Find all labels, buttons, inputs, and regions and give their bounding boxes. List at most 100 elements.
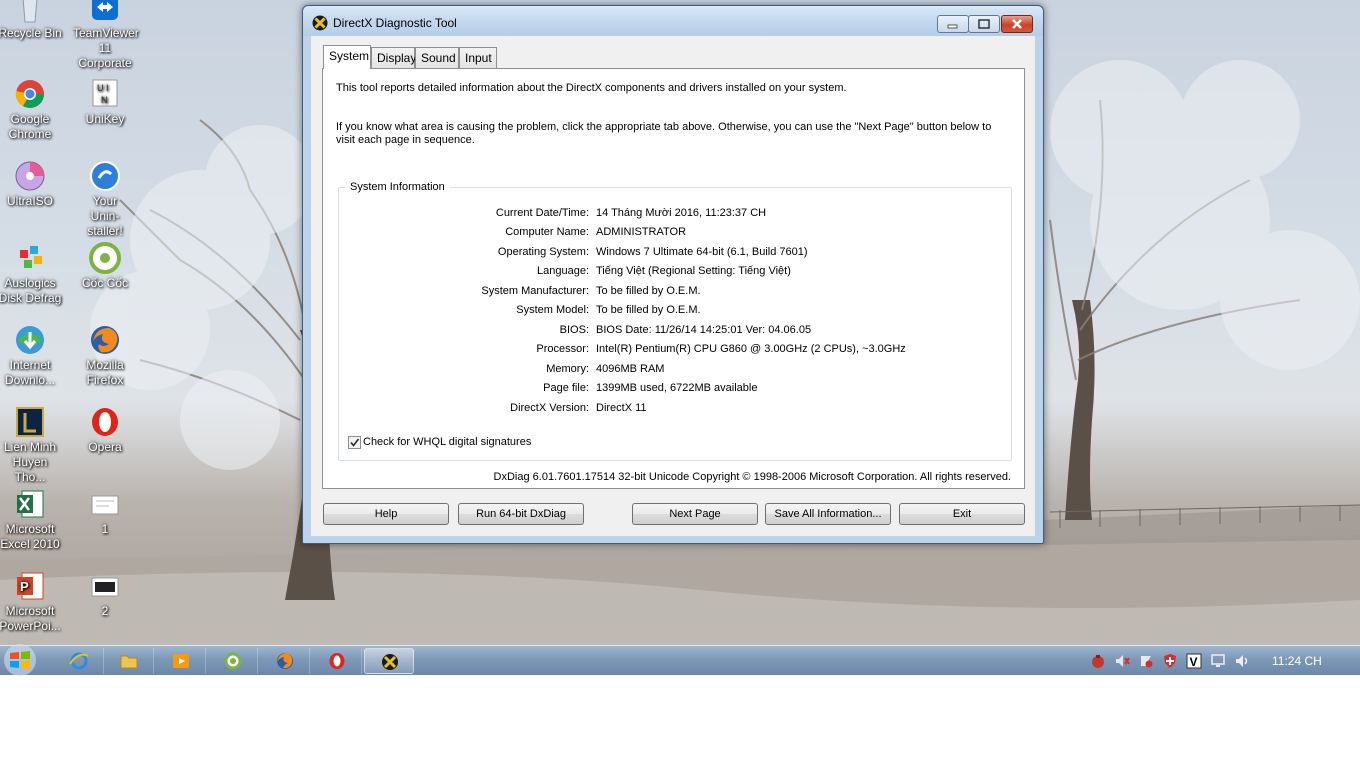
desktop-icon-unikey[interactable]: U IN UniKey bbox=[73, 78, 137, 127]
idm-icon bbox=[14, 324, 46, 356]
taskbar-opera[interactable] bbox=[312, 648, 362, 674]
unikey-icon: U I N bbox=[89, 78, 121, 110]
taskbar-firefox[interactable] bbox=[260, 648, 310, 674]
group-title: System Information bbox=[345, 181, 450, 193]
taskbar-clock[interactable]: 11:24 CH bbox=[1272, 654, 1322, 668]
taskbar-directx-diagnostic[interactable] bbox=[364, 648, 414, 674]
info-row: Page file: 1399MB used, 6722MB available bbox=[323, 382, 1023, 396]
info-label: Processor: bbox=[536, 343, 589, 355]
tab-input[interactable]: Input bbox=[459, 47, 497, 68]
desktop-icon-ultraiso[interactable]: UltraISO bbox=[0, 160, 62, 209]
info-value: Windows 7 Ultimate 64-bit (6.1, Build 76… bbox=[596, 246, 808, 258]
info-row: Computer Name: ADMINISTRATOR bbox=[323, 226, 1023, 240]
info-value: To be filled by O.E.M. bbox=[596, 285, 701, 297]
desktop-icon-disk-defrag[interactable]: Auslogics Disk Defrag bbox=[0, 242, 62, 306]
flag-tray-icon[interactable] bbox=[1138, 653, 1154, 669]
info-value: ADMINISTRATOR bbox=[596, 226, 687, 238]
instructions-text: If you know what area is causing the pro… bbox=[336, 121, 992, 146]
start-button[interactable] bbox=[0, 642, 44, 678]
help-button[interactable]: Help bbox=[323, 503, 449, 525]
info-value: 14 Tháng Mười 2016, 11:23:37 CH bbox=[596, 207, 767, 219]
checkmark-icon bbox=[350, 438, 360, 447]
info-label: Operating System: bbox=[497, 246, 589, 258]
desktop-icon-opera[interactable]: Opera bbox=[73, 406, 137, 455]
firefox-icon bbox=[277, 653, 293, 669]
file-explorer-icon bbox=[120, 655, 138, 669]
security-tray-icon[interactable] bbox=[1090, 653, 1106, 669]
window-client: System Display Sound Input This tool rep… bbox=[311, 36, 1035, 536]
info-row: Operating System: Windows 7 Ultimate 64-… bbox=[323, 246, 1023, 260]
internet-explorer-icon bbox=[69, 652, 89, 670]
info-value: BIOS Date: 11/26/14 14:25:01 Ver: 04.06.… bbox=[596, 324, 812, 336]
info-label: Page file: bbox=[543, 382, 589, 394]
volume-icon[interactable] bbox=[1234, 653, 1250, 669]
minimize-button[interactable] bbox=[937, 15, 969, 33]
save-all-information-button[interactable]: Save All Information... bbox=[765, 503, 891, 525]
opera-icon bbox=[89, 406, 121, 438]
info-label: Memory: bbox=[546, 363, 589, 375]
exit-button[interactable]: Exit bbox=[899, 503, 1025, 525]
opera-icon bbox=[329, 653, 345, 669]
desktop-icon-powerpoint[interactable]: P Microsoft PowerPoi... bbox=[0, 570, 62, 634]
info-row: DirectX Version: DirectX 11 bbox=[323, 402, 1023, 416]
svg-text:P: P bbox=[20, 579, 29, 594]
uninstaller-icon bbox=[89, 160, 121, 192]
desktop-icon-chrome[interactable]: Google Chrome bbox=[0, 78, 62, 142]
taskbar-file-explorer[interactable] bbox=[104, 648, 154, 674]
firefox-icon bbox=[89, 324, 121, 356]
desktop-icon-idm[interactable]: Internet Downlo... bbox=[0, 324, 62, 388]
powerpoint-icon: P bbox=[14, 570, 46, 602]
desktop-icon-file-2[interactable]: 2 bbox=[73, 570, 137, 619]
speaker-muted-icon[interactable] bbox=[1114, 653, 1130, 669]
taskbar-coccoc[interactable] bbox=[208, 648, 258, 674]
copyright-text: DxDiag 6.01.7601.17514 32-bit Unicode Co… bbox=[493, 471, 1011, 483]
info-label: Computer Name: bbox=[505, 226, 589, 238]
desktop-icon-recycle-bin[interactable]: Recycle Bin bbox=[0, 0, 62, 41]
desktop-icon-uninstaller[interactable]: Your Unin-staller! bbox=[73, 160, 137, 239]
file-icon bbox=[89, 570, 121, 602]
desktop-icon-excel[interactable]: Microsoft Excel 2010 bbox=[0, 488, 62, 552]
window-title: DirectX Diagnostic Tool bbox=[333, 16, 457, 30]
next-page-button[interactable]: Next Page bbox=[632, 503, 758, 525]
desktop-icon-coccoc[interactable]: Cốc Cốc bbox=[73, 242, 137, 291]
maximize-button[interactable] bbox=[968, 15, 1000, 33]
info-row: Processor: Intel(R) Pentium(R) CPU G860 … bbox=[323, 343, 1023, 357]
close-button[interactable] bbox=[1001, 15, 1033, 33]
taskbar-internet-explorer[interactable] bbox=[54, 648, 104, 674]
network-icon[interactable] bbox=[1210, 653, 1226, 669]
info-label: BIOS: bbox=[559, 324, 589, 336]
taskbar-media-player[interactable] bbox=[156, 648, 206, 674]
desktop-icon-file-1[interactable]: 1 bbox=[73, 488, 137, 537]
info-row: Language: Tiếng Việt (Regional Setting: … bbox=[323, 265, 1023, 279]
svg-text:U I: U I bbox=[97, 83, 109, 93]
system-tab-panel: This tool reports detailed information a… bbox=[322, 68, 1025, 489]
info-label: System Model: bbox=[516, 304, 589, 316]
run-64bit-dxdiag-button[interactable]: Run 64-bit DxDiag bbox=[458, 503, 584, 525]
disk-defrag-icon bbox=[14, 242, 46, 274]
desktop-icon-firefox[interactable]: Mozilla Firefox bbox=[73, 324, 137, 388]
tab-system[interactable]: System bbox=[323, 45, 371, 69]
title-bar[interactable]: DirectX Diagnostic Tool bbox=[303, 6, 1043, 36]
svg-text:N: N bbox=[101, 95, 108, 105]
recycle-bin-icon bbox=[14, 0, 46, 24]
directx-diagnostic-window: DirectX Diagnostic Tool System Display S… bbox=[302, 5, 1044, 544]
lmht-icon bbox=[14, 406, 46, 438]
coccoc-icon bbox=[224, 652, 242, 670]
desktop-icon-teamviewer[interactable]: TeamViewer 11 Corporate bbox=[73, 0, 139, 71]
info-row: Current Date/Time: 14 Tháng Mười 2016, 1… bbox=[323, 207, 1023, 221]
tab-display[interactable]: Display bbox=[371, 47, 416, 68]
whql-label[interactable]: Check for WHQL digital signatures bbox=[363, 436, 531, 448]
minimize-icon bbox=[947, 24, 958, 29]
tab-sound[interactable]: Sound bbox=[415, 47, 459, 68]
desktop-icon-lmht[interactable]: Lien Minh Huyen Tho... bbox=[0, 406, 62, 485]
info-value: 4096MB RAM bbox=[596, 363, 665, 375]
info-label: DirectX Version: bbox=[510, 402, 589, 414]
shield-tray-icon[interactable] bbox=[1162, 653, 1178, 669]
checkbox-box[interactable] bbox=[348, 436, 361, 449]
unikey-tray-icon[interactable]: V bbox=[1186, 653, 1202, 669]
info-label: Current Date/Time: bbox=[495, 207, 589, 219]
directx-icon bbox=[312, 15, 328, 31]
info-value: Tiếng Việt (Regional Setting: Tiếng Việt… bbox=[596, 265, 791, 277]
file-icon bbox=[89, 488, 121, 520]
info-value: DirectX 11 bbox=[596, 402, 647, 414]
